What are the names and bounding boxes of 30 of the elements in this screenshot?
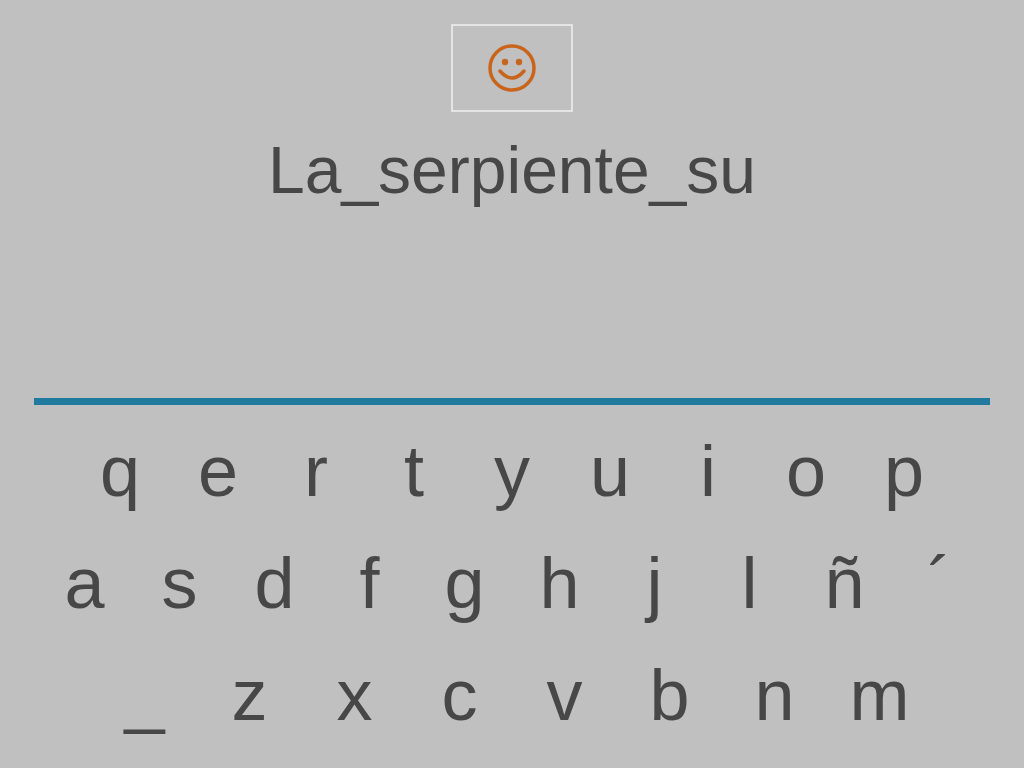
letter-key[interactable]: t: [365, 427, 463, 515]
letter-key[interactable]: z: [197, 651, 302, 739]
letter-key[interactable]: c: [407, 651, 512, 739]
letter-key[interactable]: x: [302, 651, 407, 739]
letter-key[interactable]: u: [561, 427, 659, 515]
letter-key[interactable]: a: [37, 539, 132, 627]
letter-key[interactable]: i: [659, 427, 757, 515]
letter-key[interactable]: p: [855, 427, 953, 515]
letter-key[interactable]: j: [607, 539, 702, 627]
letter-key[interactable]: h: [512, 539, 607, 627]
letter-key[interactable]: f: [322, 539, 417, 627]
letter-key[interactable]: b: [617, 651, 722, 739]
letter-key[interactable]: d: [227, 539, 322, 627]
letter-key[interactable]: ´: [892, 539, 987, 627]
letter-key[interactable]: ñ: [797, 539, 892, 627]
letter-key[interactable]: _: [92, 651, 197, 739]
letter-key[interactable]: y: [463, 427, 561, 515]
letter-key[interactable]: o: [757, 427, 855, 515]
letter-key[interactable]: r: [267, 427, 365, 515]
answer-text: La_serpiente_su: [267, 132, 756, 208]
smiley-button[interactable]: [451, 24, 573, 112]
letter-key[interactable]: l: [702, 539, 797, 627]
letter-key[interactable]: e: [169, 427, 267, 515]
letter-key[interactable]: q: [71, 427, 169, 515]
letter-key[interactable]: g: [417, 539, 512, 627]
smiley-icon: [487, 43, 537, 93]
letter-key[interactable]: s: [132, 539, 227, 627]
letter-key[interactable]: n: [722, 651, 827, 739]
letter-key[interactable]: m: [827, 651, 932, 739]
letter-key[interactable]: v: [512, 651, 617, 739]
